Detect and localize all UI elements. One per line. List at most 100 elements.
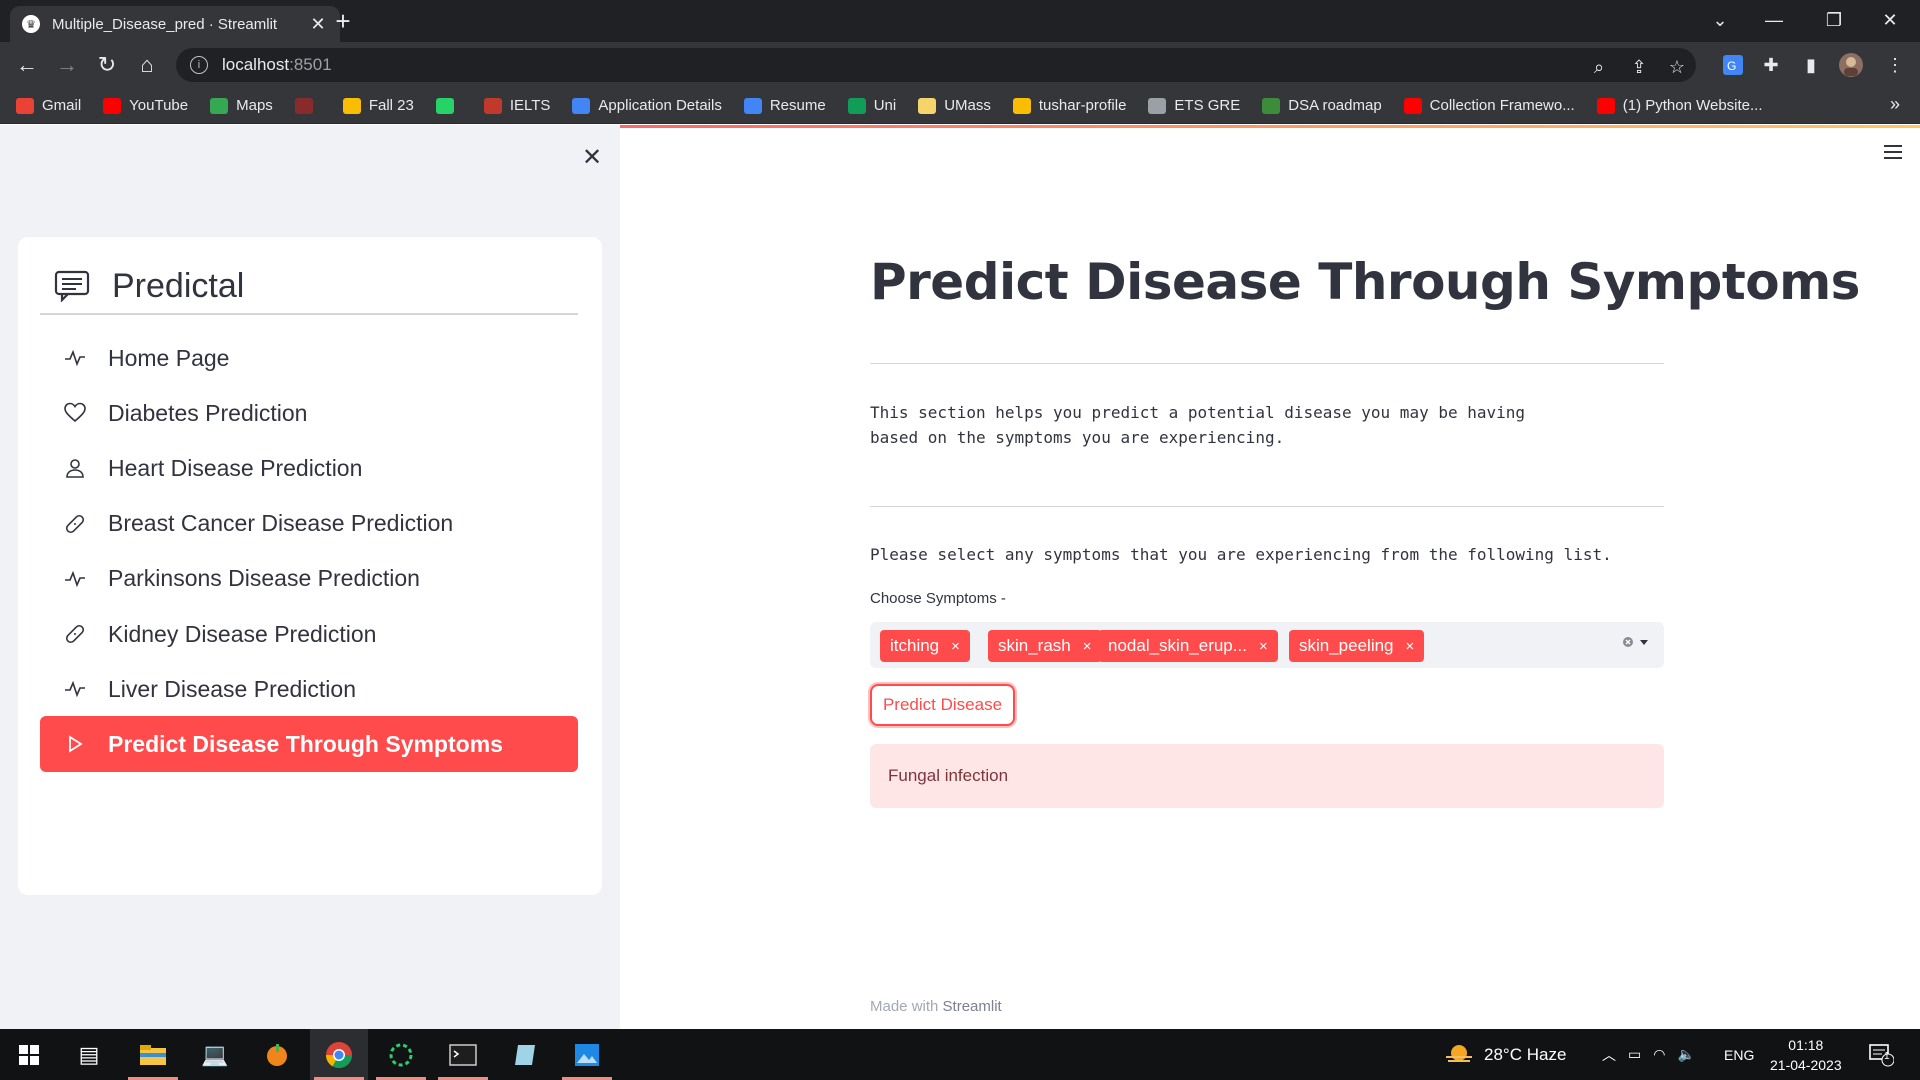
bookmark-item[interactable]: YouTube xyxy=(103,97,188,114)
symptoms-multiselect[interactable]: itching × skin_rash × nodal_skin_erup... × … xyxy=(870,622,1664,668)
menu-item-liver-disease-prediction[interactable]: Liver Disease Prediction xyxy=(40,661,578,717)
terminal-icon[interactable] xyxy=(434,1029,492,1080)
notes-app-icon[interactable] xyxy=(496,1029,554,1080)
bookmark-favicon-icon xyxy=(16,97,34,114)
minimize-button[interactable]: — xyxy=(1746,0,1802,40)
bookmark-item[interactable]: Resume xyxy=(743,97,826,114)
language-indicator[interactable]: ENG xyxy=(1724,1029,1754,1080)
chip-remove-icon[interactable]: × xyxy=(1259,638,1268,655)
window-close-button[interactable]: ✕ xyxy=(1862,0,1918,40)
bookmark-label: UMass xyxy=(944,97,991,114)
spinner-app-icon[interactable] xyxy=(372,1029,430,1080)
task-view-icon[interactable]: ▤ xyxy=(60,1029,118,1080)
chrome-taskbar-icon[interactable] xyxy=(310,1029,368,1080)
home-icon[interactable]: ⌂ xyxy=(132,50,162,80)
tab-search-icon[interactable]: ⌄ xyxy=(1692,0,1748,40)
browser-tab[interactable]: ♛ Multiple_Disease_pred · Streamlit ✕ xyxy=(10,6,340,42)
chevron-up-icon[interactable]: ︿ xyxy=(1602,1045,1616,1065)
menu-item-predict-disease-through-symptoms[interactable]: Predict Disease Through Symptoms xyxy=(40,716,578,773)
clock[interactable]: 01:18 21-04-2023 xyxy=(1770,1029,1842,1080)
chrome-menu-icon[interactable]: ⋮ xyxy=(1880,50,1910,80)
menu-header: Predictal xyxy=(40,259,578,315)
bookmark-favicon-icon xyxy=(743,97,762,114)
result-alert: Fungal infection xyxy=(870,744,1664,808)
chip-remove-icon[interactable]: × xyxy=(1083,638,1092,655)
battery-icon[interactable]: ▭ xyxy=(1628,1046,1641,1063)
extensions-icon[interactable]: ✚ xyxy=(1756,50,1786,80)
bookmark-item[interactable]: UMass xyxy=(918,97,991,114)
bookmark-label: Uni xyxy=(873,97,897,114)
bookmark-favicon-icon xyxy=(483,97,502,114)
predict-disease-button[interactable]: Predict Disease xyxy=(870,684,1015,726)
menu-item-home-page[interactable]: Home Page xyxy=(40,330,578,386)
zoom-icon[interactable]: ⌕ xyxy=(1586,54,1612,80)
wifi-icon[interactable]: ◠ xyxy=(1653,1046,1665,1063)
clear-all-icon[interactable] xyxy=(1622,636,1634,648)
address-bar[interactable]: i localhost:8501 ⌕ ⇪ ☆ xyxy=(176,48,1696,82)
symptom-chip[interactable]: itching × xyxy=(880,630,970,662)
footer-prefix: Made with xyxy=(870,998,939,1015)
bookmark-item[interactable]: Maps xyxy=(210,97,273,114)
photos-app-icon[interactable] xyxy=(558,1029,616,1080)
laptop-app-icon[interactable]: 💻 xyxy=(186,1029,244,1080)
bookmark-favicon-icon xyxy=(918,97,937,114)
bookmark-item[interactable] xyxy=(294,97,321,114)
menu-item-label: Breast Cancer Disease Prediction xyxy=(108,510,454,537)
bookmarks-overflow-icon[interactable]: » xyxy=(1890,94,1900,115)
bookmark-label: (1) Python Website... xyxy=(1622,97,1763,114)
forward-icon[interactable]: → xyxy=(52,50,82,80)
site-info-icon[interactable]: i xyxy=(190,56,208,74)
notifications-button[interactable]: 1 xyxy=(1868,1029,1894,1080)
bookmark-item[interactable]: Fall 23 xyxy=(342,97,414,114)
symptom-chip[interactable]: skin_rash × xyxy=(988,630,1102,662)
url-host: localhost xyxy=(222,55,290,74)
restore-button[interactable]: ❐ xyxy=(1806,0,1862,40)
menu-item-breast-cancer-disease-prediction[interactable]: Breast Cancer Disease Prediction xyxy=(40,496,578,552)
side-panel-icon[interactable]: ▮ xyxy=(1796,50,1826,80)
file-explorer-icon[interactable] xyxy=(124,1029,182,1080)
haze-weather-icon xyxy=(1446,1044,1472,1062)
start-button[interactable] xyxy=(0,1029,58,1080)
hamburger-menu-icon[interactable] xyxy=(1882,143,1904,161)
profile-avatar[interactable] xyxy=(1836,50,1866,80)
bookmark-item[interactable]: tushar-profile xyxy=(1012,97,1126,114)
bookmark-item[interactable]: Collection Framewo... xyxy=(1403,97,1575,114)
bookmark-item[interactable]: ETS GRE xyxy=(1148,97,1240,114)
bookmark-item[interactable]: IELTS xyxy=(483,97,551,114)
weather-widget[interactable]: 28°C Haze xyxy=(1444,1029,1566,1080)
bookmarks-bar: Gmail YouTube Maps Fall 23 IELTS Application … xyxy=(0,88,1920,124)
windows-taskbar: ▤ 💻 28°C Haze ︿ ▭ ◠ 🔈 ENG 01:18 21-04-20… xyxy=(0,1029,1920,1080)
bookmark-item[interactable]: (1) Python Website... xyxy=(1596,97,1763,114)
fl-studio-icon[interactable] xyxy=(248,1029,306,1080)
streamlit-link[interactable]: Streamlit xyxy=(943,998,1002,1015)
clock-date: 21-04-2023 xyxy=(1770,1056,1842,1073)
menu-item-kidney-disease-prediction[interactable]: Kidney Disease Prediction xyxy=(40,606,578,662)
sidebar-close-icon[interactable]: ✕ xyxy=(578,143,606,171)
streamlit-page: ✕ Predictal Home Page Diabetes Prediction… xyxy=(0,125,1920,1029)
translate-icon[interactable]: G xyxy=(1718,50,1748,80)
tray-icons[interactable]: ︿ ▭ ◠ 🔈 xyxy=(1602,1029,1695,1080)
bookmark-item[interactable]: Application Details xyxy=(572,97,722,114)
menu-item-parkinsons-disease-prediction[interactable]: Parkinsons Disease Prediction xyxy=(40,551,578,607)
bookmark-item[interactable]: Uni xyxy=(847,97,897,114)
menu-item-diabetes-prediction[interactable]: Diabetes Prediction xyxy=(40,385,578,441)
bookmark-favicon-icon xyxy=(103,97,122,114)
bookmark-item[interactable] xyxy=(435,97,462,114)
bookmark-label: IELTS xyxy=(509,97,551,114)
chip-remove-icon[interactable]: × xyxy=(951,638,960,655)
volume-icon[interactable]: 🔈 xyxy=(1677,1046,1694,1063)
symptom-chip[interactable]: nodal_skin_erup... × xyxy=(1098,630,1278,662)
share-icon[interactable]: ⇪ xyxy=(1626,54,1652,80)
bookmark-item[interactable]: DSA roadmap xyxy=(1262,97,1382,114)
chip-remove-icon[interactable]: × xyxy=(1406,638,1415,655)
symptom-chip[interactable]: skin_peeling × xyxy=(1289,630,1425,662)
back-icon[interactable]: ← xyxy=(12,50,42,80)
menu-item-heart-disease-prediction[interactable]: Heart Disease Prediction xyxy=(40,440,578,496)
tab-close-icon[interactable]: ✕ xyxy=(308,14,328,35)
bookmark-star-icon[interactable]: ☆ xyxy=(1664,54,1690,80)
bookmark-item[interactable]: Gmail xyxy=(16,97,81,114)
chevron-down-icon[interactable] xyxy=(1638,636,1650,648)
bookmark-favicon-icon xyxy=(1596,97,1615,114)
new-tab-button[interactable]: + xyxy=(326,8,360,36)
reload-icon[interactable]: ↻ xyxy=(92,50,122,80)
